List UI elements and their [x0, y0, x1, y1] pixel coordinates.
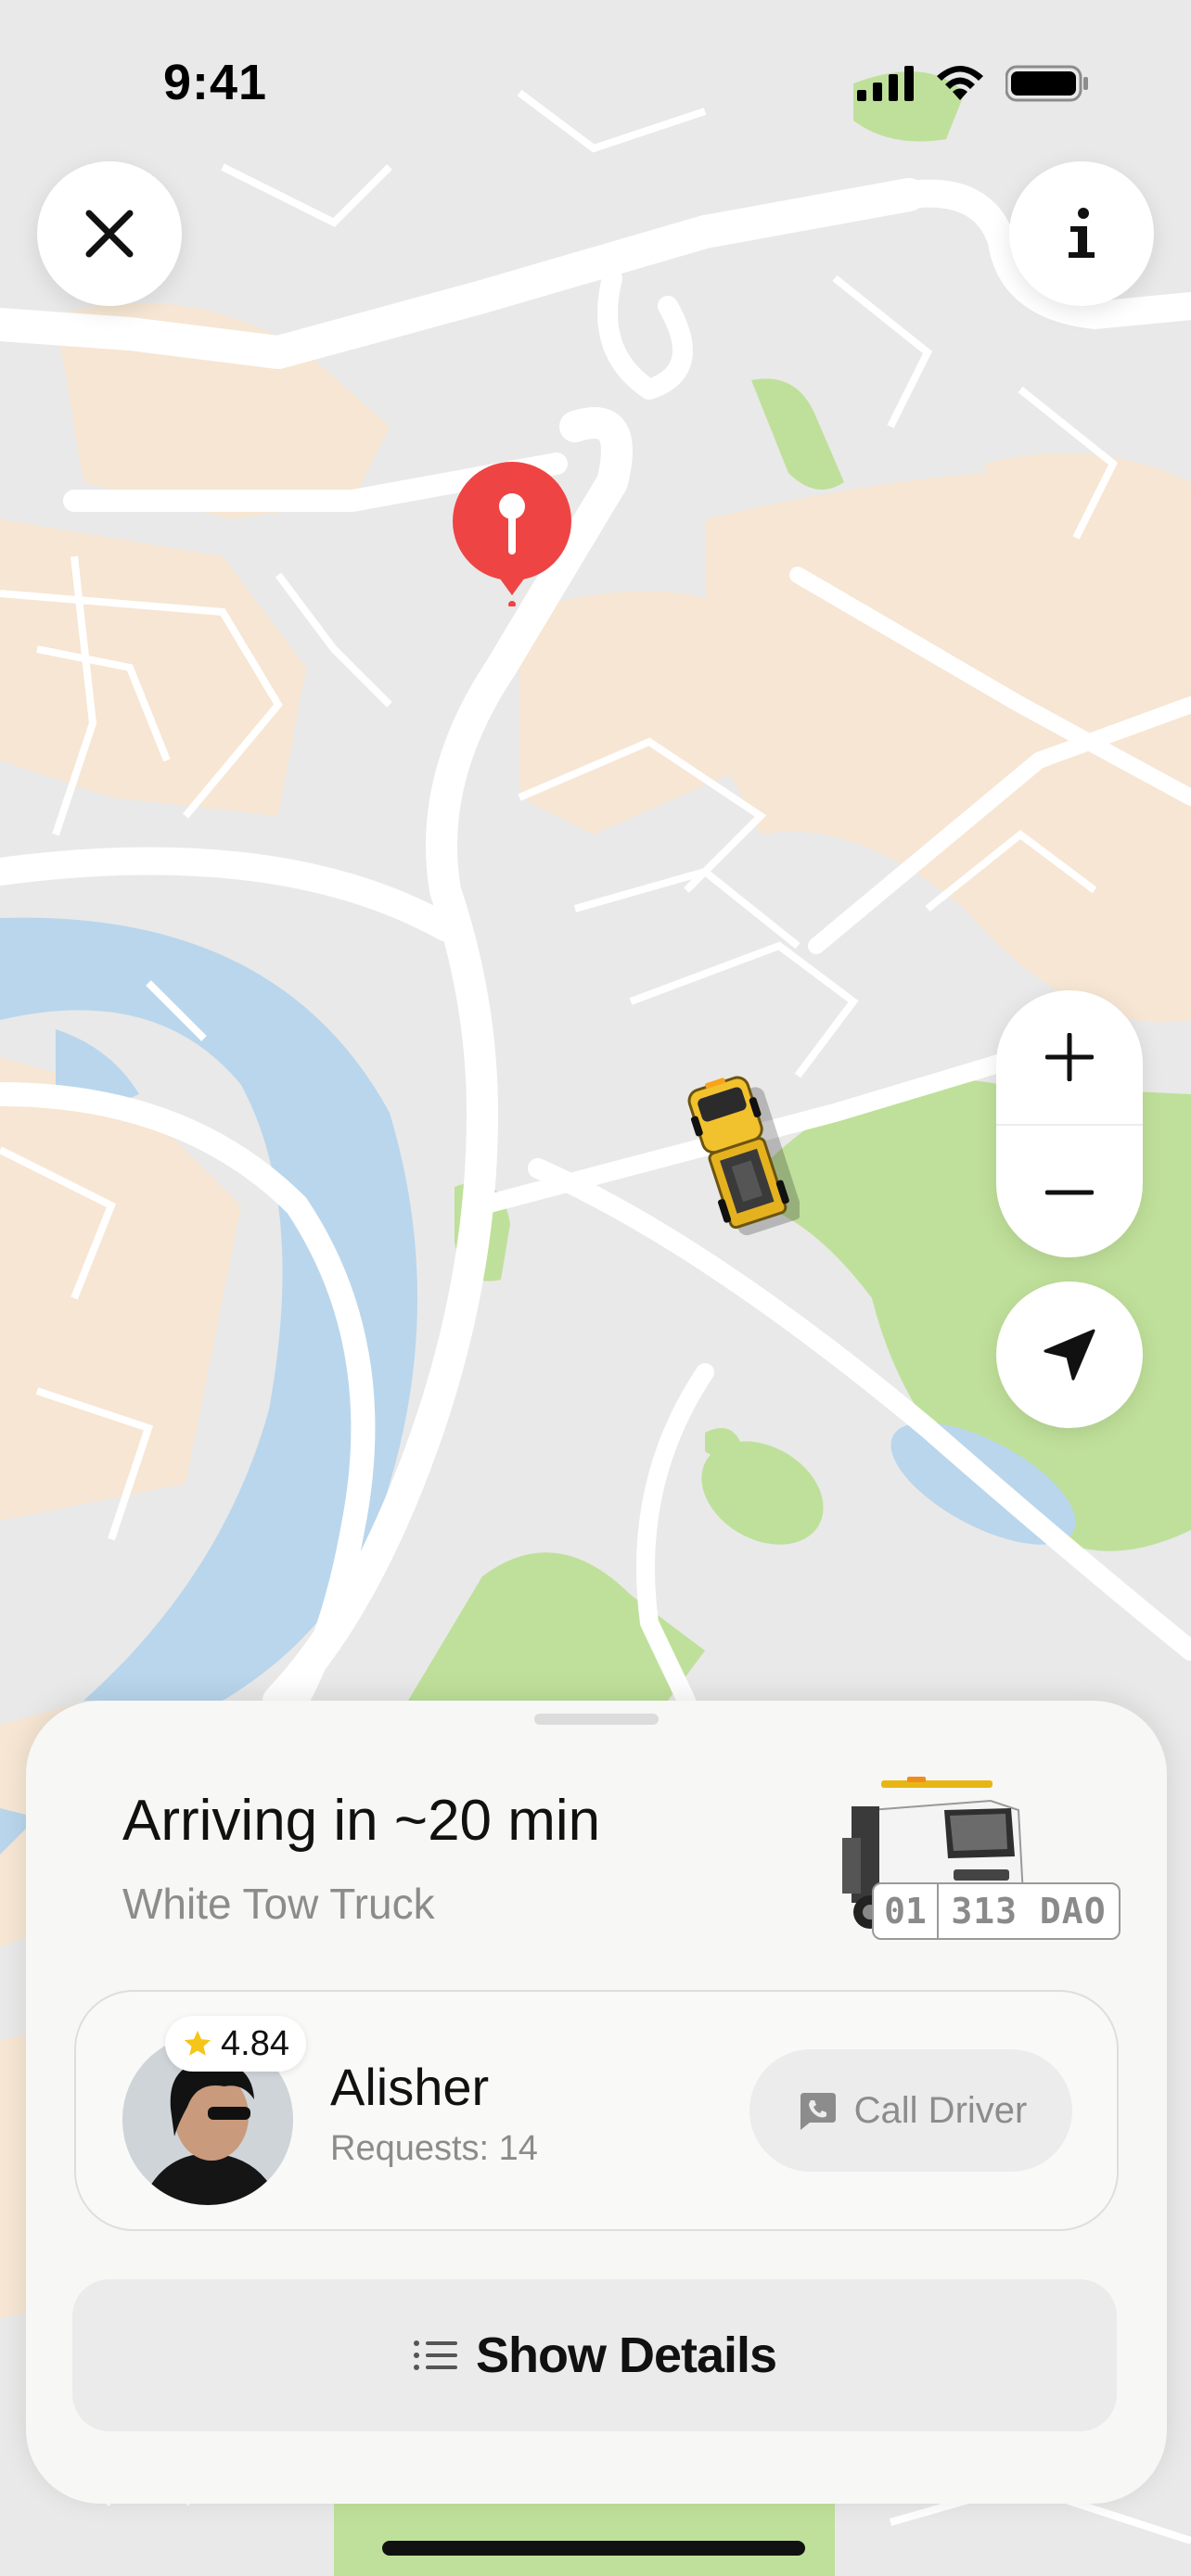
rating-value: 4.84	[221, 2023, 289, 2063]
rating-badge: 4.84	[165, 2016, 306, 2072]
zoom-controls	[996, 990, 1143, 1257]
home-indicator[interactable]	[382, 2541, 805, 2556]
show-details-label: Show Details	[475, 2327, 777, 2383]
call-driver-button[interactable]: Call Driver	[749, 2049, 1072, 2172]
driver-requests: Requests: 14	[330, 2129, 538, 2168]
battery-icon	[1005, 65, 1088, 102]
location-arrow-icon	[1044, 1329, 1095, 1381]
plus-icon	[1045, 1033, 1094, 1081]
info-icon	[1069, 208, 1095, 258]
call-driver-label: Call Driver	[853, 2089, 1028, 2131]
show-details-button[interactable]: Show Details	[72, 2279, 1117, 2431]
close-icon	[85, 210, 134, 258]
pin-icon	[453, 462, 571, 608]
list-icon	[413, 2340, 457, 2370]
plate-region: 01	[874, 1884, 939, 1938]
trip-sheet: Arriving in ~20 min White Tow Truck 01 3…	[26, 1701, 1167, 2504]
phone-chat-icon	[800, 2093, 836, 2130]
license-plate: 01 313 DAO	[872, 1882, 1121, 1940]
status-bar: 9:41	[0, 0, 1191, 176]
minus-icon	[1045, 1190, 1094, 1195]
status-time: 9:41	[163, 55, 268, 110]
wifi-icon	[937, 66, 983, 100]
plate-number: 313 DAO	[951, 1891, 1107, 1932]
signal-icon	[857, 66, 914, 101]
vehicle-marker	[670, 1053, 802, 1243]
zoom-in-button[interactable]	[996, 990, 1143, 1124]
star-icon	[184, 2030, 211, 2056]
driver-card: 4.84 Alisher Requests: 14 Call Driver	[74, 1990, 1119, 2231]
close-button[interactable]	[37, 161, 182, 306]
status-icons	[857, 65, 1089, 102]
locate-button[interactable]	[996, 1282, 1143, 1428]
destination-pin[interactable]	[449, 458, 575, 611]
tow-truck-icon	[687, 1076, 802, 1236]
sheet-grabber[interactable]	[534, 1714, 659, 1725]
driver-name: Alisher	[330, 2058, 490, 2116]
info-button[interactable]	[1009, 161, 1154, 306]
vehicle-name: White Tow Truck	[122, 1880, 435, 1928]
eta-title: Arriving in ~20 min	[122, 1789, 601, 1853]
